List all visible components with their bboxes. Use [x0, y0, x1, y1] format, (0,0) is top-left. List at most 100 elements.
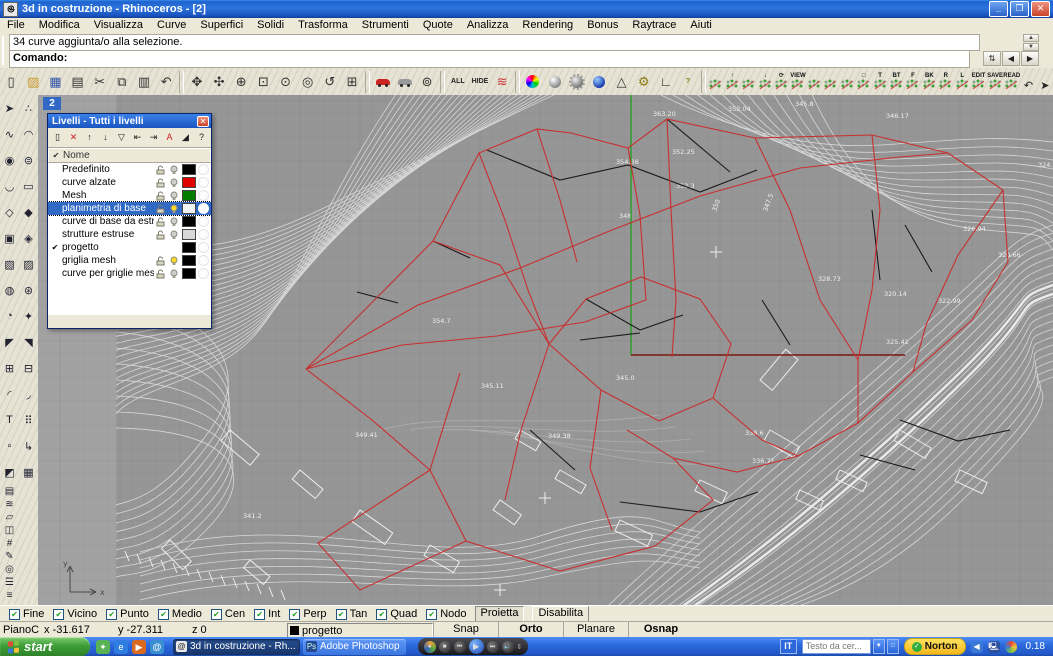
bulb-icon[interactable]	[167, 217, 180, 227]
layer-row[interactable]: curve di base da estru...	[48, 215, 211, 228]
zoom-in-icon[interactable]: ⊕	[231, 70, 251, 93]
tool-polygon[interactable]: ◇	[0, 199, 19, 225]
layer-color-swatch[interactable]	[182, 229, 196, 240]
lock-icon[interactable]	[154, 204, 167, 214]
tray-color-icon[interactable]	[1005, 641, 1017, 653]
tool-offset[interactable]: ⊟	[19, 355, 38, 381]
tool-ellipse[interactable]: ⊜	[19, 147, 38, 173]
layer-color-swatch[interactable]	[182, 216, 196, 227]
osnap-tan[interactable]: ✔Tan	[336, 608, 368, 620]
media-player-band[interactable]: ● ■ ⏮ ▶ ⏭ 🔉 ⇕	[418, 638, 529, 655]
tool-box[interactable]: ▧	[0, 251, 19, 277]
tool-explode[interactable]: ⊛	[19, 277, 38, 303]
view-back-icon[interactable]: BK	[921, 70, 937, 93]
layer-color-swatch[interactable]	[182, 242, 196, 253]
status-pane-snap[interactable]: Snap	[433, 622, 498, 637]
tool-circle[interactable]: ◉	[0, 147, 19, 173]
filter-layers-icon[interactable]: ▽	[114, 130, 129, 146]
layer-name[interactable]: Mesh	[62, 190, 154, 201]
view-save-icon[interactable]: SAVE	[987, 70, 1003, 93]
color-wheel-icon[interactable]	[523, 70, 543, 93]
menu-curve[interactable]: Curve	[150, 18, 193, 33]
view-read-icon[interactable]: READ	[1003, 70, 1020, 93]
tool-select[interactable]: ➤	[0, 95, 19, 121]
view-car1-icon[interactable]	[823, 70, 839, 93]
layer-name[interactable]: curve di base da estru...	[62, 216, 154, 227]
band-expand-icon[interactable]: ⇕	[517, 643, 523, 651]
sort-icon[interactable]: ◢	[178, 130, 193, 146]
menu-rendering[interactable]: Rendering	[515, 18, 580, 33]
menu-bonus[interactable]: Bonus	[580, 18, 625, 33]
tool-extend[interactable]: ◜	[0, 381, 19, 407]
print-icon[interactable]: ▤	[67, 70, 87, 93]
checkbox-icon[interactable]: ✔	[158, 609, 169, 620]
render-preview-icon[interactable]	[395, 70, 415, 93]
delete-layer-icon[interactable]: ✕	[66, 130, 81, 146]
lock-icon[interactable]	[154, 269, 167, 279]
tool-loft[interactable]: ≋	[0, 498, 19, 511]
collapse-icon[interactable]: ⇤	[130, 130, 145, 146]
view-front-icon[interactable]: F	[905, 70, 921, 93]
checkbox-icon[interactable]: ✔	[376, 609, 387, 620]
view-cursor-icon[interactable]: ➤	[1037, 70, 1053, 93]
osnap-punto[interactable]: ✔Punto	[106, 608, 149, 620]
browser-icon[interactable]: @	[150, 640, 164, 654]
textured-sphere-icon[interactable]	[567, 70, 587, 93]
start-button[interactable]: start	[0, 637, 90, 656]
layer-radio[interactable]	[198, 268, 209, 279]
menu-trasforma[interactable]: Trasforma	[291, 18, 355, 33]
bulb-icon[interactable]	[167, 256, 180, 266]
media-player-icon[interactable]: ▶	[132, 640, 146, 654]
menu-quote[interactable]: Quote	[416, 18, 460, 33]
layer-color-swatch[interactable]	[182, 164, 196, 175]
menu-modifica[interactable]: Modifica	[32, 18, 87, 33]
minimize-button[interactable]: _	[989, 1, 1008, 17]
tool-join[interactable]: ◤	[0, 329, 19, 355]
bulb-icon[interactable]	[167, 269, 180, 279]
layer-name[interactable]: progetto	[62, 242, 154, 253]
osnap-perp[interactable]: ✔Perp	[289, 608, 326, 620]
view-edit-icon[interactable]: EDIT	[970, 70, 986, 93]
tool-extrude[interactable]: ▤	[0, 485, 19, 498]
search-go-icon[interactable]: □	[887, 639, 899, 654]
bulb-icon[interactable]	[167, 165, 180, 175]
view-dot-icon[interactable]	[708, 70, 724, 93]
restore-button[interactable]: ❐	[1010, 1, 1029, 17]
layer-radio[interactable]	[198, 203, 209, 214]
orbit-icon[interactable]: ✣	[209, 70, 229, 93]
layer-name[interactable]: griglia mesh	[62, 255, 154, 266]
tool-project[interactable]: ◎	[0, 563, 19, 576]
current-layer-chip[interactable]: progetto	[287, 623, 433, 638]
osnap-medio[interactable]: ✔Medio	[158, 608, 202, 620]
osnap-cen[interactable]: ✔Cen	[211, 608, 245, 620]
tool-point-grid[interactable]: ⠿	[19, 407, 38, 433]
tray-display-icon[interactable]: 🖳	[988, 641, 1000, 653]
render-icon[interactable]	[373, 70, 393, 93]
zoom-selected-icon[interactable]: ⊙	[275, 70, 295, 93]
cone-tool-icon[interactable]: △	[611, 70, 631, 93]
next-icon[interactable]: ⏭	[487, 641, 499, 653]
tool-arc[interactable]: ◡	[0, 173, 19, 199]
help-icon[interactable]: ?	[678, 70, 698, 93]
tool-freeform[interactable]: ◆	[19, 199, 38, 225]
view-car2-icon[interactable]	[839, 70, 855, 93]
bulb-icon[interactable]	[167, 204, 180, 214]
zoom-extents-icon[interactable]: ◎	[298, 70, 318, 93]
cplane-label[interactable]: PianoC	[3, 623, 39, 637]
view-undo-icon[interactable]: ↶	[1020, 70, 1036, 93]
play-icon[interactable]: ▶	[469, 639, 484, 654]
dimension-icon[interactable]: ∟	[656, 70, 676, 93]
lock-icon[interactable]	[154, 165, 167, 175]
move-layer-up-icon[interactable]: ↑	[82, 130, 97, 146]
shaded-sphere-icon[interactable]	[545, 70, 565, 93]
layer-color-swatch[interactable]	[182, 203, 196, 214]
menu-superfici[interactable]: Superfici	[193, 18, 250, 33]
osnap-vicino[interactable]: ✔Vicino	[53, 608, 97, 620]
tool-draft[interactable]: ✎	[0, 550, 19, 563]
tool-array[interactable]: ⊞	[0, 355, 19, 381]
tool-boolean[interactable]: ◍	[0, 277, 19, 303]
command-nav[interactable]: ⇅ ◀ ▶	[983, 51, 1039, 66]
paste-icon[interactable]: ▥	[134, 70, 154, 93]
pan-icon[interactable]: ✥	[187, 70, 207, 93]
sort-alpha-icon[interactable]: A	[162, 130, 177, 146]
